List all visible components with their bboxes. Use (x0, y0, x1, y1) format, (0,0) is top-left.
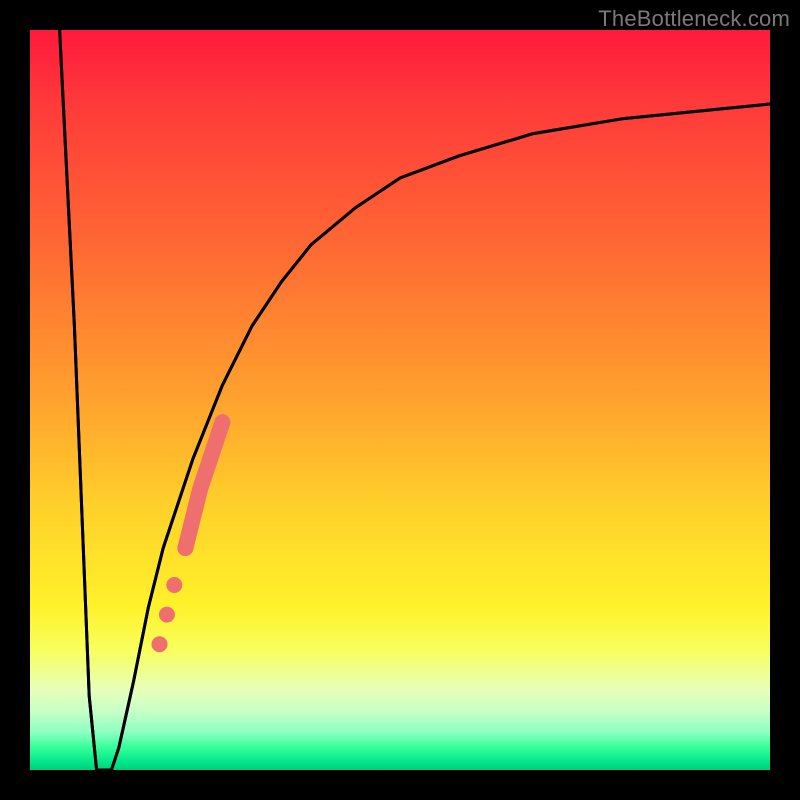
highlight-markers (60, 30, 770, 770)
highlight-dot (159, 607, 175, 623)
plot-area (30, 30, 770, 770)
highlight-underlay (185, 422, 222, 548)
chart-overlay (30, 30, 770, 770)
watermark-text: TheBottleneck.com (598, 6, 790, 32)
chart-frame: TheBottleneck.com (0, 0, 800, 800)
highlight-dot (177, 540, 193, 556)
curve-path (60, 30, 770, 770)
bottleneck-curve (60, 30, 770, 770)
highlight-dot (166, 577, 182, 593)
curve-path (60, 30, 770, 770)
highlight-dot (152, 636, 168, 652)
